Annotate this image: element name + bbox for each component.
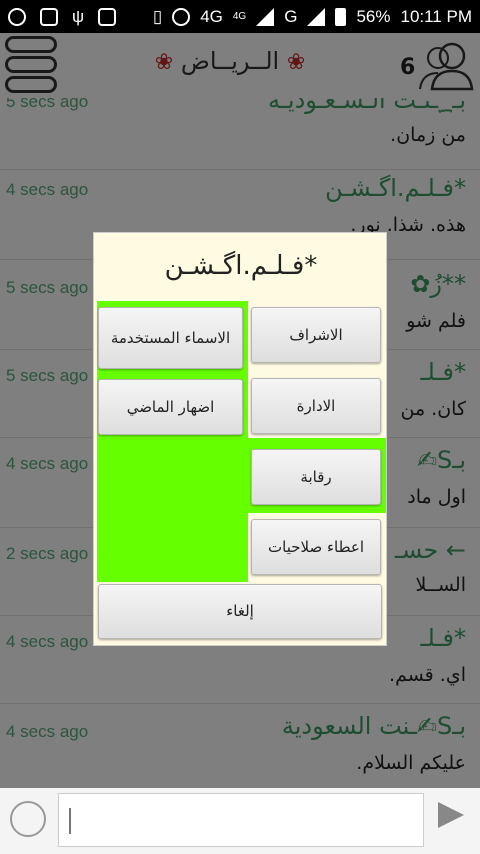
battery-level: 56%: [356, 6, 391, 26]
send-icon[interactable]: [438, 802, 464, 828]
battery-icon: [335, 7, 347, 26]
smiley-icon[interactable]: [10, 801, 46, 837]
network-type-small: 4G: [232, 11, 247, 22]
vibrate-icon: ▯: [152, 6, 163, 26]
message-input-bar: [0, 788, 480, 854]
dialog-title: *فـلـم.اگـشـن: [164, 251, 318, 281]
alarm-icon: [172, 7, 191, 26]
usernames-button[interactable]: الاسماء المستخدمة: [98, 307, 243, 369]
network-type: 4G: [200, 6, 223, 26]
gallery-icon: [40, 7, 58, 26]
whatsapp-icon: [8, 7, 26, 26]
supervision-button[interactable]: الاشراف: [251, 307, 381, 363]
signal-icon-2: [307, 7, 326, 26]
status-bar: ψ ▯ 4G 4G G 56% 10:11 PM: [0, 0, 480, 33]
android-debug-icon: [98, 7, 117, 26]
network-type-2: G: [284, 6, 298, 26]
monitoring-button[interactable]: رقابة: [251, 449, 381, 505]
message-input[interactable]: [58, 793, 424, 847]
signal-icon: [256, 7, 275, 26]
usb-icon: ψ: [72, 6, 85, 26]
show-past-button[interactable]: اضهار الماضي: [98, 379, 243, 435]
text-caret: [69, 808, 71, 834]
administration-button[interactable]: الادارة: [251, 378, 381, 434]
user-options-dialog: *فـلـم.اگـشـن الاسماء المستخدمة الاشراف …: [93, 232, 387, 646]
clock: 10:11 PM: [400, 6, 472, 26]
grant-permissions-button[interactable]: اعطاء صلاحيات: [251, 519, 381, 575]
highlight-panel: [97, 436, 248, 582]
cancel-button[interactable]: إلغاء: [98, 584, 382, 639]
